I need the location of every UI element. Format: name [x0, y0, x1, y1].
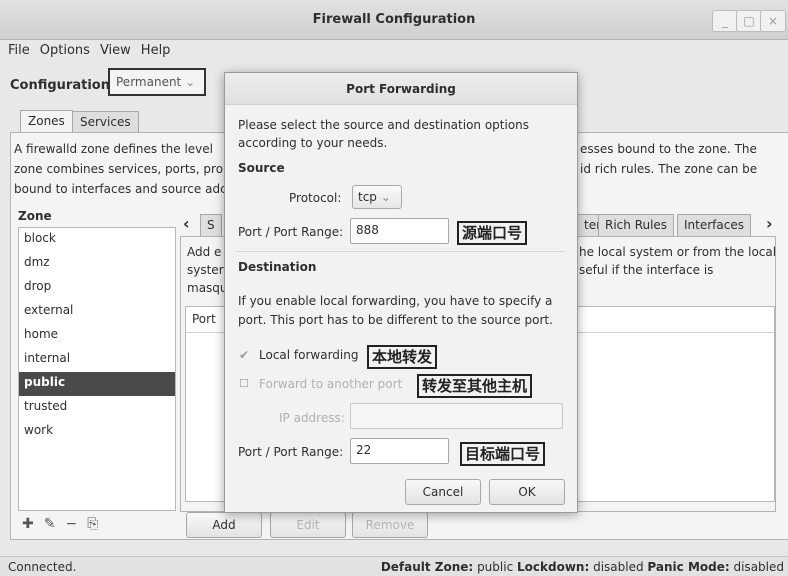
tab-zones[interactable]: Zones: [20, 110, 73, 134]
port-forwarding-dialog: Port Forwarding Please select the source…: [224, 72, 578, 513]
tab-services-partial[interactable]: S: [200, 214, 222, 236]
local-forwarding-label: Local forwarding: [259, 348, 359, 362]
zone-item-dmz[interactable]: dmz: [19, 252, 175, 276]
tab-scroll-left-icon[interactable]: ‹: [183, 214, 190, 233]
connection-status: Connected.: [8, 560, 77, 574]
dialog-intro-2: according to your needs.: [238, 136, 388, 150]
zone-item-home[interactable]: home: [19, 324, 175, 348]
protocol-select[interactable]: tcp ⌄: [352, 185, 402, 209]
maximize-button[interactable]: □: [736, 10, 762, 32]
zone-item-external[interactable]: external: [19, 300, 175, 324]
protocol-label: Protocol:: [289, 191, 342, 205]
annotation-source-port: 源端口号: [457, 221, 528, 245]
destination-heading: Destination: [238, 260, 317, 274]
protocol-value: tcp: [358, 190, 377, 204]
lockdown-value: disabled: [593, 560, 644, 574]
inner-text-2: syster: [187, 263, 224, 277]
dest-port-input[interactable]: 22: [350, 438, 449, 464]
menu-view[interactable]: View: [100, 43, 131, 63]
edit-button[interactable]: Edit: [270, 512, 346, 538]
title-bar: Firewall Configuration _ □ ×: [0, 0, 788, 40]
inner-text-1: Add e: [187, 245, 222, 259]
chevron-down-icon: ⌄: [380, 190, 391, 204]
annotation-forward-other: 转发至其他主机: [417, 374, 533, 398]
zone-item-internal[interactable]: internal: [19, 348, 175, 372]
ip-address-label: IP address:: [279, 411, 345, 425]
destination-text-2: port. This port has to be different to t…: [238, 313, 553, 327]
menu-file[interactable]: File: [8, 43, 30, 63]
cancel-button[interactable]: Cancel: [405, 479, 481, 505]
panic-mode-value: disabled: [733, 560, 784, 574]
zone-toolbar: ✚ ✎ − ⎘: [22, 516, 98, 532]
default-zone-value: public: [477, 560, 514, 574]
status-right: Default Zone: public Lockdown: disabled …: [381, 560, 784, 574]
tab-services[interactable]: Services: [72, 111, 139, 133]
inner-right-2: seful if the interface is: [579, 263, 714, 277]
add-zone-icon[interactable]: ✚: [22, 516, 34, 532]
forward-other-label: Forward to another port: [259, 377, 403, 391]
zone-item-block[interactable]: block: [19, 228, 175, 252]
remove-button[interactable]: Remove: [352, 512, 428, 538]
description-line-3: bound to interfaces and source adc: [14, 182, 227, 196]
source-heading: Source: [238, 161, 285, 175]
description-right-2: id rich rules. The zone can be: [580, 162, 758, 176]
configuration-select[interactable]: Permanent ⌄: [108, 68, 206, 96]
tab-rich-rules[interactable]: Rich Rules: [598, 214, 675, 236]
inner-text-3: masqu: [187, 281, 228, 295]
forward-other-checkbox[interactable]: ☐: [239, 377, 249, 390]
dialog-intro-1: Please select the source and destination…: [238, 118, 530, 132]
lockdown-label: Lockdown:: [517, 560, 590, 574]
annotation-dest-port: 目标端口号: [460, 442, 546, 466]
default-zone-label: Default Zone:: [380, 560, 474, 574]
dest-port-label: Port / Port Range:: [238, 445, 344, 459]
menu-options[interactable]: Options: [40, 43, 90, 63]
zone-item-drop[interactable]: drop: [19, 276, 175, 300]
destination-text-1: If you enable local forwarding, you have…: [238, 294, 553, 308]
tab-scroll-right-icon[interactable]: ›: [766, 214, 773, 233]
chevron-down-icon: ⌄: [185, 75, 196, 89]
menu-help[interactable]: Help: [141, 43, 171, 63]
inner-right-1: he local system or from the local: [579, 245, 777, 259]
zone-item-trusted[interactable]: trusted: [19, 396, 175, 420]
ok-button[interactable]: OK: [489, 479, 565, 505]
minimize-button[interactable]: _: [712, 10, 738, 32]
zone-item-public[interactable]: public: [19, 372, 175, 396]
dialog-title: Port Forwarding: [225, 73, 577, 105]
annotation-local-forwarding: 本地转发: [367, 345, 438, 369]
separator: [237, 251, 565, 252]
tab-interfaces[interactable]: Interfaces: [677, 214, 751, 236]
menu-bar: File Options View Help: [8, 43, 170, 63]
source-port-label: Port / Port Range:: [238, 225, 344, 239]
ip-address-input[interactable]: [350, 403, 563, 429]
window-title: Firewall Configuration: [312, 12, 476, 27]
zone-label: Zone: [18, 209, 52, 223]
zone-item-work[interactable]: work: [19, 420, 175, 444]
configuration-label: Configuration:: [10, 78, 116, 93]
close-button[interactable]: ×: [760, 10, 786, 32]
zone-list: block dmz drop external home internal pu…: [18, 227, 176, 511]
local-forwarding-checkbox[interactable]: ✔: [239, 348, 249, 362]
edit-zone-icon[interactable]: ✎: [44, 516, 56, 532]
description-right-1: esses bound to the zone. The: [580, 142, 757, 156]
panic-mode-label: Panic Mode:: [647, 560, 730, 574]
description-line-1: A firewalld zone defines the level: [14, 142, 214, 156]
configuration-value: Permanent: [116, 75, 182, 89]
status-bar: Connected. Default Zone: public Lockdown…: [0, 556, 788, 576]
remove-zone-icon[interactable]: −: [65, 516, 77, 532]
load-defaults-icon[interactable]: ⎘: [87, 516, 98, 532]
source-port-input[interactable]: 888: [350, 218, 449, 244]
description-line-2: zone combines services, ports, pro: [14, 162, 224, 176]
add-button[interactable]: Add: [186, 512, 262, 538]
